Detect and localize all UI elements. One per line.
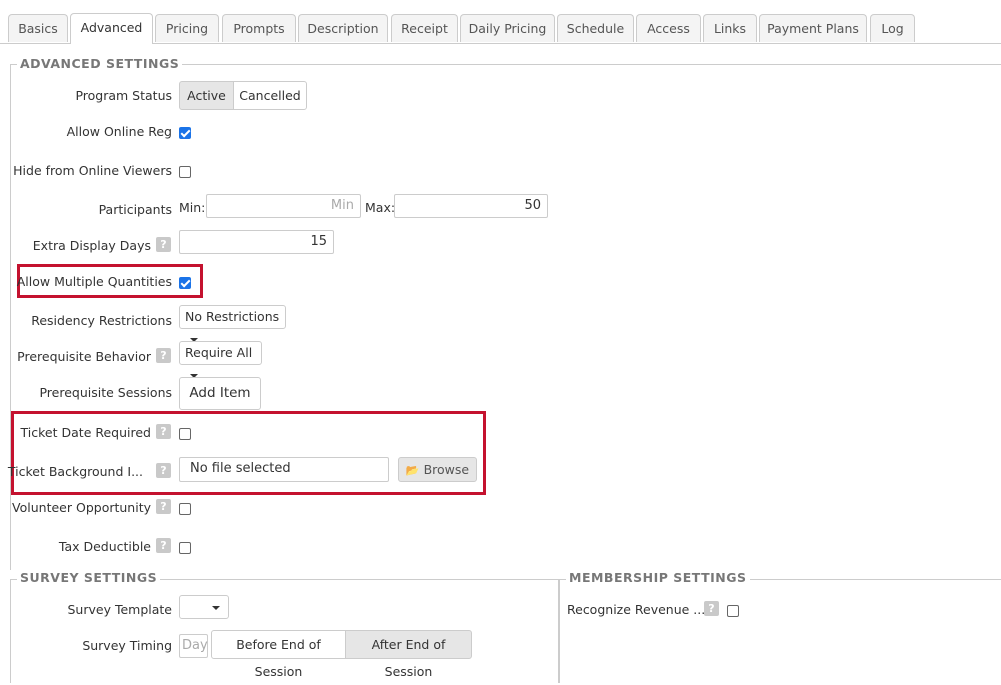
- prerequisite-sessions-label: Prerequisite Sessions: [39, 385, 172, 400]
- volunteer-opportunity-checkbox[interactable]: [179, 503, 191, 515]
- help-icon[interactable]: ?: [156, 538, 171, 553]
- browse-button[interactable]: 📂 Browse: [398, 457, 477, 482]
- tab-daily-pricing[interactable]: Daily Pricing: [460, 14, 555, 42]
- add-item-button[interactable]: Add Item: [179, 377, 261, 410]
- prerequisite-behavior-label: Prerequisite Behavior: [17, 349, 151, 364]
- chevron-down-icon: [212, 605, 220, 610]
- recognize-revenue-checkbox[interactable]: [727, 605, 739, 617]
- participants-label: Participants: [98, 202, 172, 217]
- tab-payment-plans[interactable]: Payment Plans: [759, 14, 867, 42]
- tab-log[interactable]: Log: [870, 14, 915, 42]
- tab-basics[interactable]: Basics: [8, 14, 68, 42]
- help-icon[interactable]: ?: [156, 424, 171, 439]
- survey-template-dropdown[interactable]: [179, 595, 229, 619]
- survey-settings-legend: SURVEY SETTINGS: [17, 570, 161, 585]
- ticket-background-label: Ticket Background I...: [7, 464, 143, 479]
- tab-receipt[interactable]: Receipt: [391, 14, 458, 42]
- membership-settings-legend: MEMBERSHIP SETTINGS: [566, 570, 750, 585]
- hide-online-viewers-checkbox[interactable]: [179, 166, 191, 178]
- status-active-button[interactable]: Active: [179, 81, 234, 110]
- tab-links[interactable]: Links: [703, 14, 757, 42]
- extra-display-days-input[interactable]: 15: [179, 230, 334, 254]
- folder-open-icon: 📂: [405, 464, 420, 477]
- tab-description[interactable]: Description: [298, 14, 388, 42]
- tab-access[interactable]: Access: [636, 14, 701, 42]
- program-status-label: Program Status: [75, 88, 172, 103]
- recognize-revenue-label: Recognize Revenue ...: [567, 602, 706, 617]
- prerequisite-behavior-dropdown[interactable]: Require All: [179, 341, 262, 378]
- after-end-of-session-button[interactable]: After End of Session: [345, 630, 472, 679]
- participants-max-input[interactable]: 50: [394, 194, 548, 218]
- membership-settings-fieldset: [558, 579, 1001, 683]
- allow-online-reg-checkbox[interactable]: [179, 127, 191, 139]
- tab-prompts[interactable]: Prompts: [222, 14, 296, 42]
- ticket-background-file-input[interactable]: No file selected: [179, 457, 389, 482]
- help-icon[interactable]: ?: [156, 499, 171, 514]
- extra-display-days-label: Extra Display Days: [32, 238, 151, 253]
- residency-restrictions-label: Residency Restrictions: [31, 313, 172, 328]
- volunteer-opportunity-label: Volunteer Opportunity: [12, 500, 151, 515]
- survey-template-label: Survey Template: [67, 602, 173, 617]
- tab-pricing[interactable]: Pricing: [155, 14, 219, 42]
- allow-online-reg-label: Allow Online Reg: [66, 124, 172, 139]
- survey-timing-label: Survey Timing: [82, 638, 172, 653]
- advanced-settings-legend: ADVANCED SETTINGS: [17, 56, 183, 71]
- help-icon[interactable]: ?: [156, 237, 171, 252]
- status-cancelled-button[interactable]: Cancelled: [233, 81, 307, 110]
- residency-restrictions-dropdown[interactable]: No Restrictions: [179, 305, 286, 342]
- help-icon[interactable]: ?: [704, 601, 719, 616]
- tab-bar: Basics Advanced Pricing Prompts Descript…: [0, 0, 1001, 44]
- before-end-of-session-button[interactable]: Before End of Session: [211, 630, 346, 679]
- hide-online-viewers-label: Hide from Online Viewers: [13, 163, 172, 178]
- participants-min-label: Min:: [179, 200, 206, 215]
- help-icon[interactable]: ?: [156, 348, 171, 363]
- tab-advanced[interactable]: Advanced: [70, 13, 153, 44]
- ticket-date-required-label: Ticket Date Required: [20, 425, 151, 440]
- help-icon[interactable]: ?: [156, 463, 171, 478]
- ticket-date-required-checkbox[interactable]: [179, 428, 191, 440]
- allow-multiple-quantities-checkbox[interactable]: [179, 277, 191, 289]
- tax-deductible-checkbox[interactable]: [179, 542, 191, 554]
- highlight-box: [11, 411, 486, 495]
- allow-multiple-quantities-label: Allow Multiple Quantities: [16, 274, 172, 289]
- tax-deductible-label: Tax Deductible: [58, 539, 151, 554]
- tab-schedule[interactable]: Schedule: [557, 14, 634, 42]
- survey-timing-day-input[interactable]: Day: [179, 634, 208, 658]
- participants-max-label: Max:: [365, 200, 396, 215]
- participants-min-input[interactable]: Min: [206, 194, 361, 218]
